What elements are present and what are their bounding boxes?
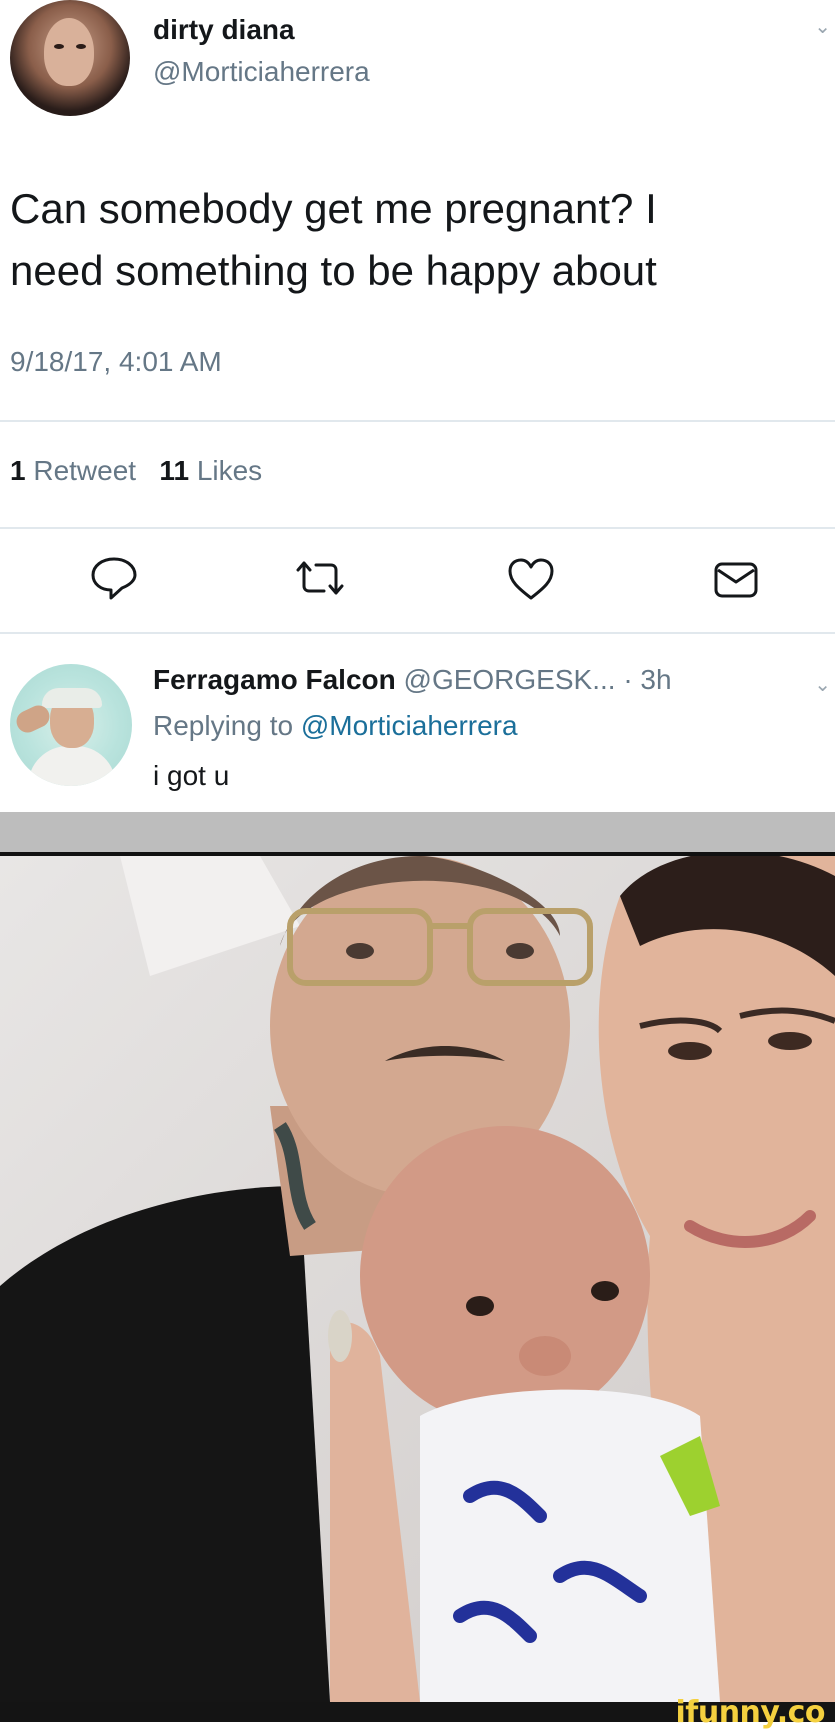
retweet-count: 1 [10,455,26,486]
like-label[interactable]: Likes [197,455,262,486]
reply-icon[interactable] [89,555,139,601]
watermark-logo: ifunny.co [675,1695,826,1730]
author-name[interactable]: dirty diana [153,14,295,46]
reply-header: Ferragamo Falcon @GEORGESK... · 3h [153,664,672,696]
reply-text: i got u [153,760,230,791]
reply-avatar[interactable] [10,664,132,786]
tweet-text: Can somebody get me pregnant? I need som… [10,178,820,302]
retweet-icon[interactable] [292,558,348,598]
tweet-timestamp: 9/18/17, 4:01 AM [10,346,222,377]
message-icon[interactable] [712,560,760,600]
tweet-text-line1: Can somebody get me pregnant? I [10,185,657,232]
replying-to: Replying to @Morticiaherrera [153,710,518,742]
author-avatar[interactable] [10,0,130,116]
heart-icon[interactable] [506,556,556,602]
engagement-counts: 1 Retweet 11 Likes [10,455,262,487]
reply-author-name[interactable]: Ferragamo Falcon [153,664,396,695]
separator-band [0,812,835,852]
photo [0,856,835,1702]
divider [0,527,835,529]
chevron-down-icon[interactable]: ⌄ [814,672,831,697]
tweet-text-line2: need something to be happy about [10,247,657,294]
replying-to-label: Replying to [153,710,294,741]
retweet-label[interactable]: Retweet [33,455,136,486]
reply-author-handle[interactable]: @GEORGESK... · 3h [404,664,672,695]
chevron-down-icon[interactable]: ⌄ [814,14,831,39]
divider [0,420,835,422]
author-handle[interactable]: @Morticiaherrera [153,56,370,88]
like-count: 11 [159,455,190,486]
divider [0,632,835,634]
replying-to-mention[interactable]: @Morticiaherrera [301,710,518,741]
